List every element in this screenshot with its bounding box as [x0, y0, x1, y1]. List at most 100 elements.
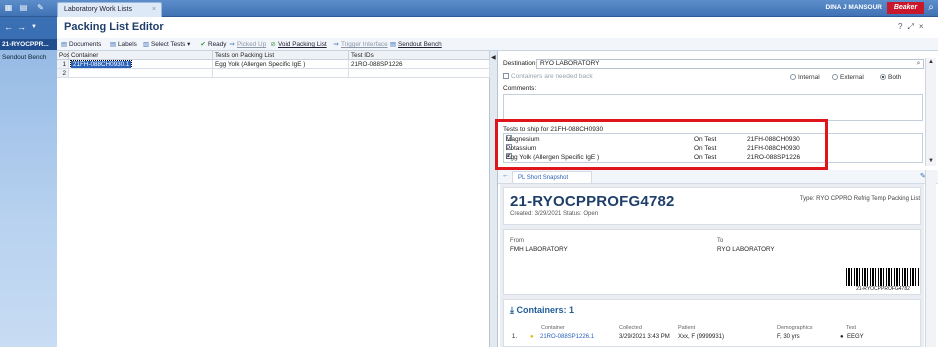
- column-header-patient: Patient: [678, 325, 696, 331]
- void-icon: ⊘: [270, 41, 276, 48]
- ready-label: Ready: [208, 41, 227, 48]
- column-header-pos[interactable]: Pos: [57, 51, 70, 60]
- void-packing-list-button[interactable]: ⊘ Void Packing List: [269, 39, 327, 50]
- highlight-annotation: [495, 119, 828, 170]
- column-header-test: Test: [846, 325, 857, 331]
- radio-icon[interactable]: [790, 74, 796, 80]
- column-header-demographics: Demographics: [777, 325, 813, 331]
- arrow-icon: ⇒: [333, 41, 339, 48]
- window-controls: ?⤢×: [898, 22, 938, 34]
- expand-icon[interactable]: ⤢: [907, 22, 918, 31]
- forward-arrow-icon[interactable]: →: [17, 22, 26, 32]
- to-label: To: [717, 238, 724, 244]
- containers-header-label: Containers: 1: [516, 305, 574, 315]
- tab-laboratory-work-lists[interactable]: Laboratory Work Lists ×: [57, 2, 162, 17]
- test-status-icon: ●: [840, 334, 844, 340]
- patient-value: Xxx, F (9999931): [678, 334, 725, 340]
- user-name[interactable]: DINA J MANSOUR: [780, 2, 882, 14]
- picked-up-label: Picked Up: [237, 41, 267, 48]
- tests-cell[interactable]: [213, 69, 349, 78]
- trigger-interface-button[interactable]: ⇒ Trigger Interface: [332, 39, 388, 50]
- picked-up-button[interactable]: ⇒ Picked Up: [228, 39, 266, 50]
- page-title: Packing List Editor: [64, 21, 164, 33]
- select-tests-button[interactable]: ▥ Select Tests ▾: [142, 39, 190, 50]
- test-value: EEGY: [847, 334, 864, 340]
- destination-field[interactable]: RYO LABORATORY: [536, 59, 924, 69]
- labels-label: Labels: [118, 41, 137, 48]
- ready-button[interactable]: ✔ Ready: [199, 39, 226, 50]
- documents-button[interactable]: ▤ Documents: [60, 39, 101, 50]
- scroll-up-icon[interactable]: ▲: [928, 59, 934, 65]
- containers-header: ⤓ Containers: 1: [510, 305, 574, 316]
- sidebar: [0, 17, 57, 347]
- edit-icon[interactable]: ✎: [35, 3, 46, 13]
- history-dropdown-icon[interactable]: ▼: [31, 24, 37, 30]
- search-icon[interactable]: ⌕: [913, 59, 924, 69]
- radio-icon[interactable]: [880, 74, 886, 80]
- row-number: 2: [57, 69, 69, 78]
- radio-external[interactable]: External: [832, 74, 864, 81]
- scroll-down-icon[interactable]: ▼: [928, 158, 934, 164]
- demographics-value: F, 30 yrs: [777, 334, 800, 340]
- radio-both[interactable]: Both: [880, 74, 901, 81]
- column-header-test-ids[interactable]: Test IDs: [349, 51, 490, 60]
- check-icon: ✔: [200, 41, 206, 48]
- column-header-container[interactable]: Container: [69, 51, 213, 60]
- panel-splitter[interactable]: ◀: [490, 51, 498, 347]
- barcode-text: 21-RYOCPPROFG4782: [856, 286, 910, 292]
- tab-pl-short-snapshot[interactable]: PL Short Snapshot: [512, 171, 592, 183]
- scrollbar[interactable]: [925, 170, 936, 347]
- column-header-container: Container: [541, 325, 565, 331]
- column-header-tests[interactable]: Tests on Packing List: [213, 51, 349, 60]
- radio-internal[interactable]: Internal: [790, 74, 820, 81]
- test-ids-cell[interactable]: 21RO-088SP1226: [349, 60, 490, 69]
- close-icon[interactable]: ×: [919, 22, 929, 31]
- labels-icon: ▤: [109, 41, 117, 48]
- sendout-bench-label: Sendout Bench: [398, 41, 442, 48]
- documents-label: Documents: [69, 41, 102, 48]
- tests-cell[interactable]: Egg Yolk (Allergen Specific IgE ): [213, 60, 349, 69]
- sendout-bench-button[interactable]: ▤ Sendout Bench: [389, 39, 442, 50]
- container-cell[interactable]: [69, 69, 213, 78]
- sidebar-item-sendout-bench[interactable]: Sendout Bench: [0, 52, 57, 63]
- toolbar: ▤ Documents ▤ Labels ▥ Select Tests ▾ ✔ Read…: [57, 38, 938, 51]
- grid-icon[interactable]: ▦: [3, 3, 14, 13]
- window-icon[interactable]: ▤: [18, 3, 29, 13]
- container-cell[interactable]: 21FH-088CH0930.1: [69, 60, 213, 69]
- containers-needed-back-checkbox[interactable]: Containers are needed back: [503, 73, 593, 80]
- tab-label: Laboratory Work Lists: [64, 6, 132, 13]
- documents-icon: ▤: [60, 41, 68, 48]
- created-status: Created: 3/29/2021 Status: Open: [510, 211, 599, 217]
- container-link[interactable]: 21RO-088SP1226.1: [540, 334, 594, 340]
- destination-label: Destination:: [503, 60, 538, 67]
- nav-controls: ← → ▼: [0, 17, 57, 39]
- select-tests-icon: ▥: [142, 41, 150, 48]
- checkbox-icon[interactable]: [503, 73, 509, 79]
- from-value: FMH LABORATORY: [510, 246, 568, 253]
- close-icon[interactable]: ×: [152, 3, 156, 16]
- scrollbar[interactable]: ▲ ▼: [925, 58, 936, 166]
- search-icon[interactable]: ⌕: [925, 2, 937, 14]
- arrow-icon: ⇒: [229, 41, 235, 48]
- back-arrow-icon[interactable]: ←: [502, 172, 509, 179]
- row-number: 1: [57, 60, 69, 69]
- select-tests-label: Select Tests: [151, 41, 186, 48]
- packing-list-grid: Pos Container Tests on Packing List Test…: [57, 51, 490, 347]
- container-value[interactable]: 21FH-088CH0930.1: [69, 60, 133, 68]
- brand-logo: Beaker: [887, 2, 924, 14]
- collapse-icon[interactable]: ◀: [491, 54, 496, 61]
- from-label: From: [510, 238, 524, 244]
- comments-field[interactable]: [503, 94, 923, 121]
- radio-label: External: [840, 74, 864, 81]
- sidebar-item-active[interactable]: 21-RYOCPPR...: [0, 39, 57, 50]
- radio-icon[interactable]: [832, 74, 838, 80]
- trigger-interface-label: Trigger Interface: [341, 41, 388, 48]
- bench-icon: ▤: [389, 41, 397, 48]
- labels-button[interactable]: ▤ Labels: [109, 39, 137, 50]
- barcode-image: [846, 268, 920, 286]
- test-ids-cell[interactable]: [349, 69, 490, 78]
- to-value: RYO LABORATORY: [717, 246, 775, 253]
- void-packing-list-label: Void Packing List: [278, 41, 327, 48]
- packing-list-type: Type: RYO CPPRO Refrig Temp Packing List: [799, 196, 920, 202]
- back-arrow-icon[interactable]: ←: [4, 22, 13, 32]
